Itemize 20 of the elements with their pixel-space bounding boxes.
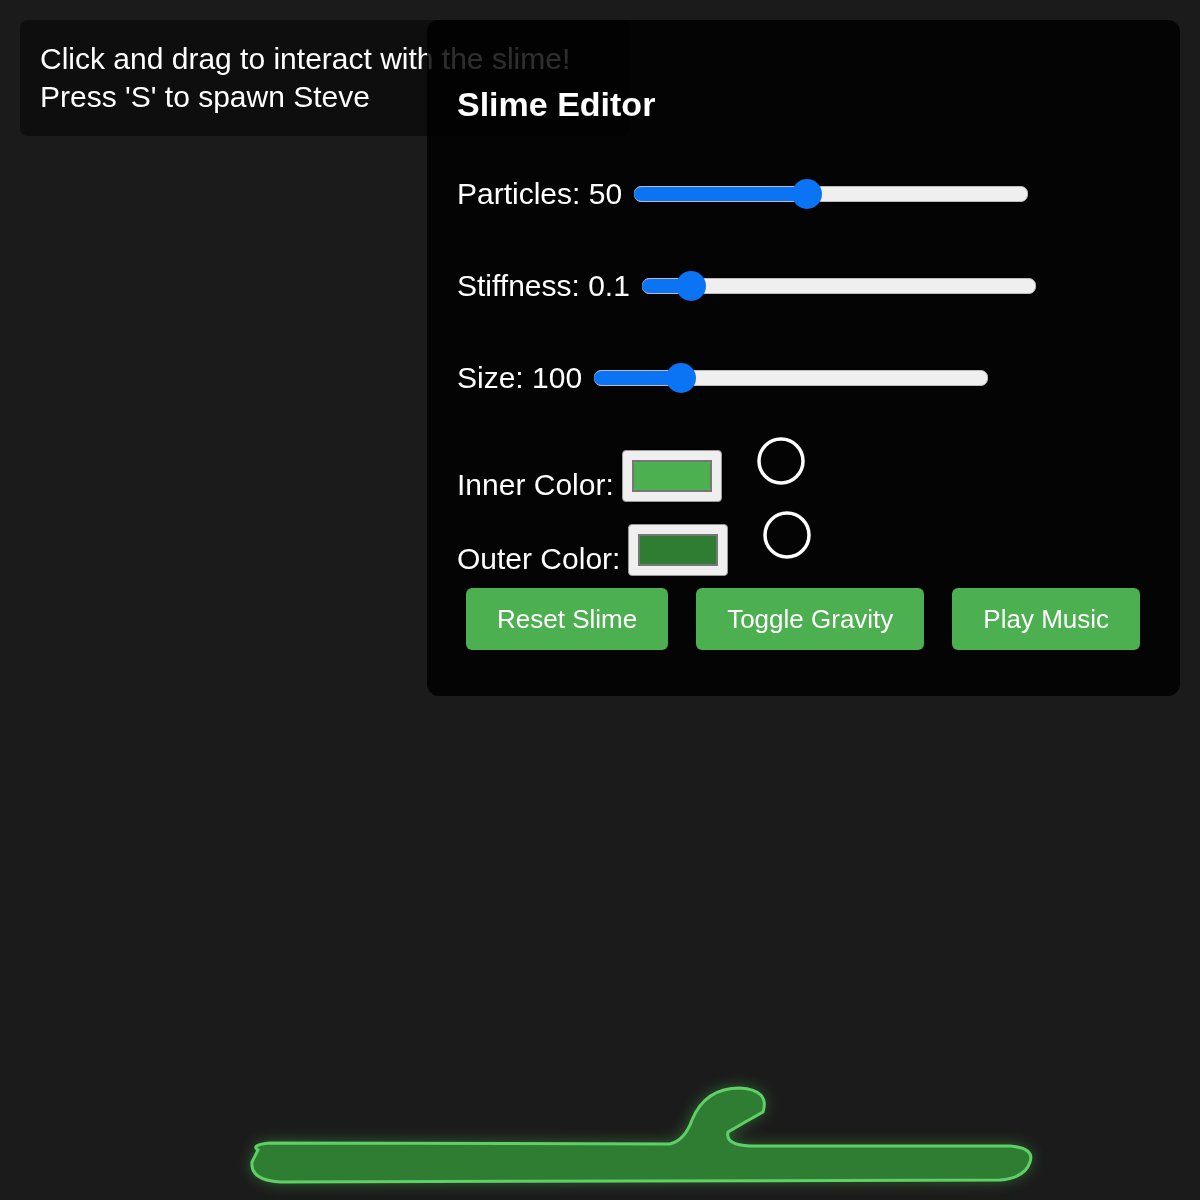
instruction-text: Press 'S' to spawn Steve (40, 79, 370, 115)
color-picker[interactable] (621, 450, 722, 502)
slider-thumb[interactable] (792, 179, 823, 209)
color-picker[interactable] (628, 524, 729, 576)
slider[interactable] (641, 271, 1036, 301)
slider-thumb[interactable] (676, 271, 707, 301)
slider[interactable] (634, 179, 1029, 209)
slider[interactable] (594, 363, 989, 393)
action-button[interactable]: Reset Slime (466, 588, 669, 650)
action-button[interactable]: Toggle Gravity (696, 588, 925, 650)
slider-thumb[interactable] (665, 363, 696, 393)
editor-title: Slime Editor (457, 84, 656, 124)
slider-label: Stiffness: 0.1 (457, 269, 630, 303)
color-label: Outer Color: (457, 542, 621, 576)
circle-icon (755, 436, 806, 486)
slider-label: Particles: 50 (457, 177, 623, 211)
circle-icon (762, 510, 813, 560)
action-button[interactable]: Play Music (952, 588, 1141, 650)
color-label: Inner Color: (457, 468, 614, 502)
slider-label: Size: 100 (457, 361, 583, 395)
